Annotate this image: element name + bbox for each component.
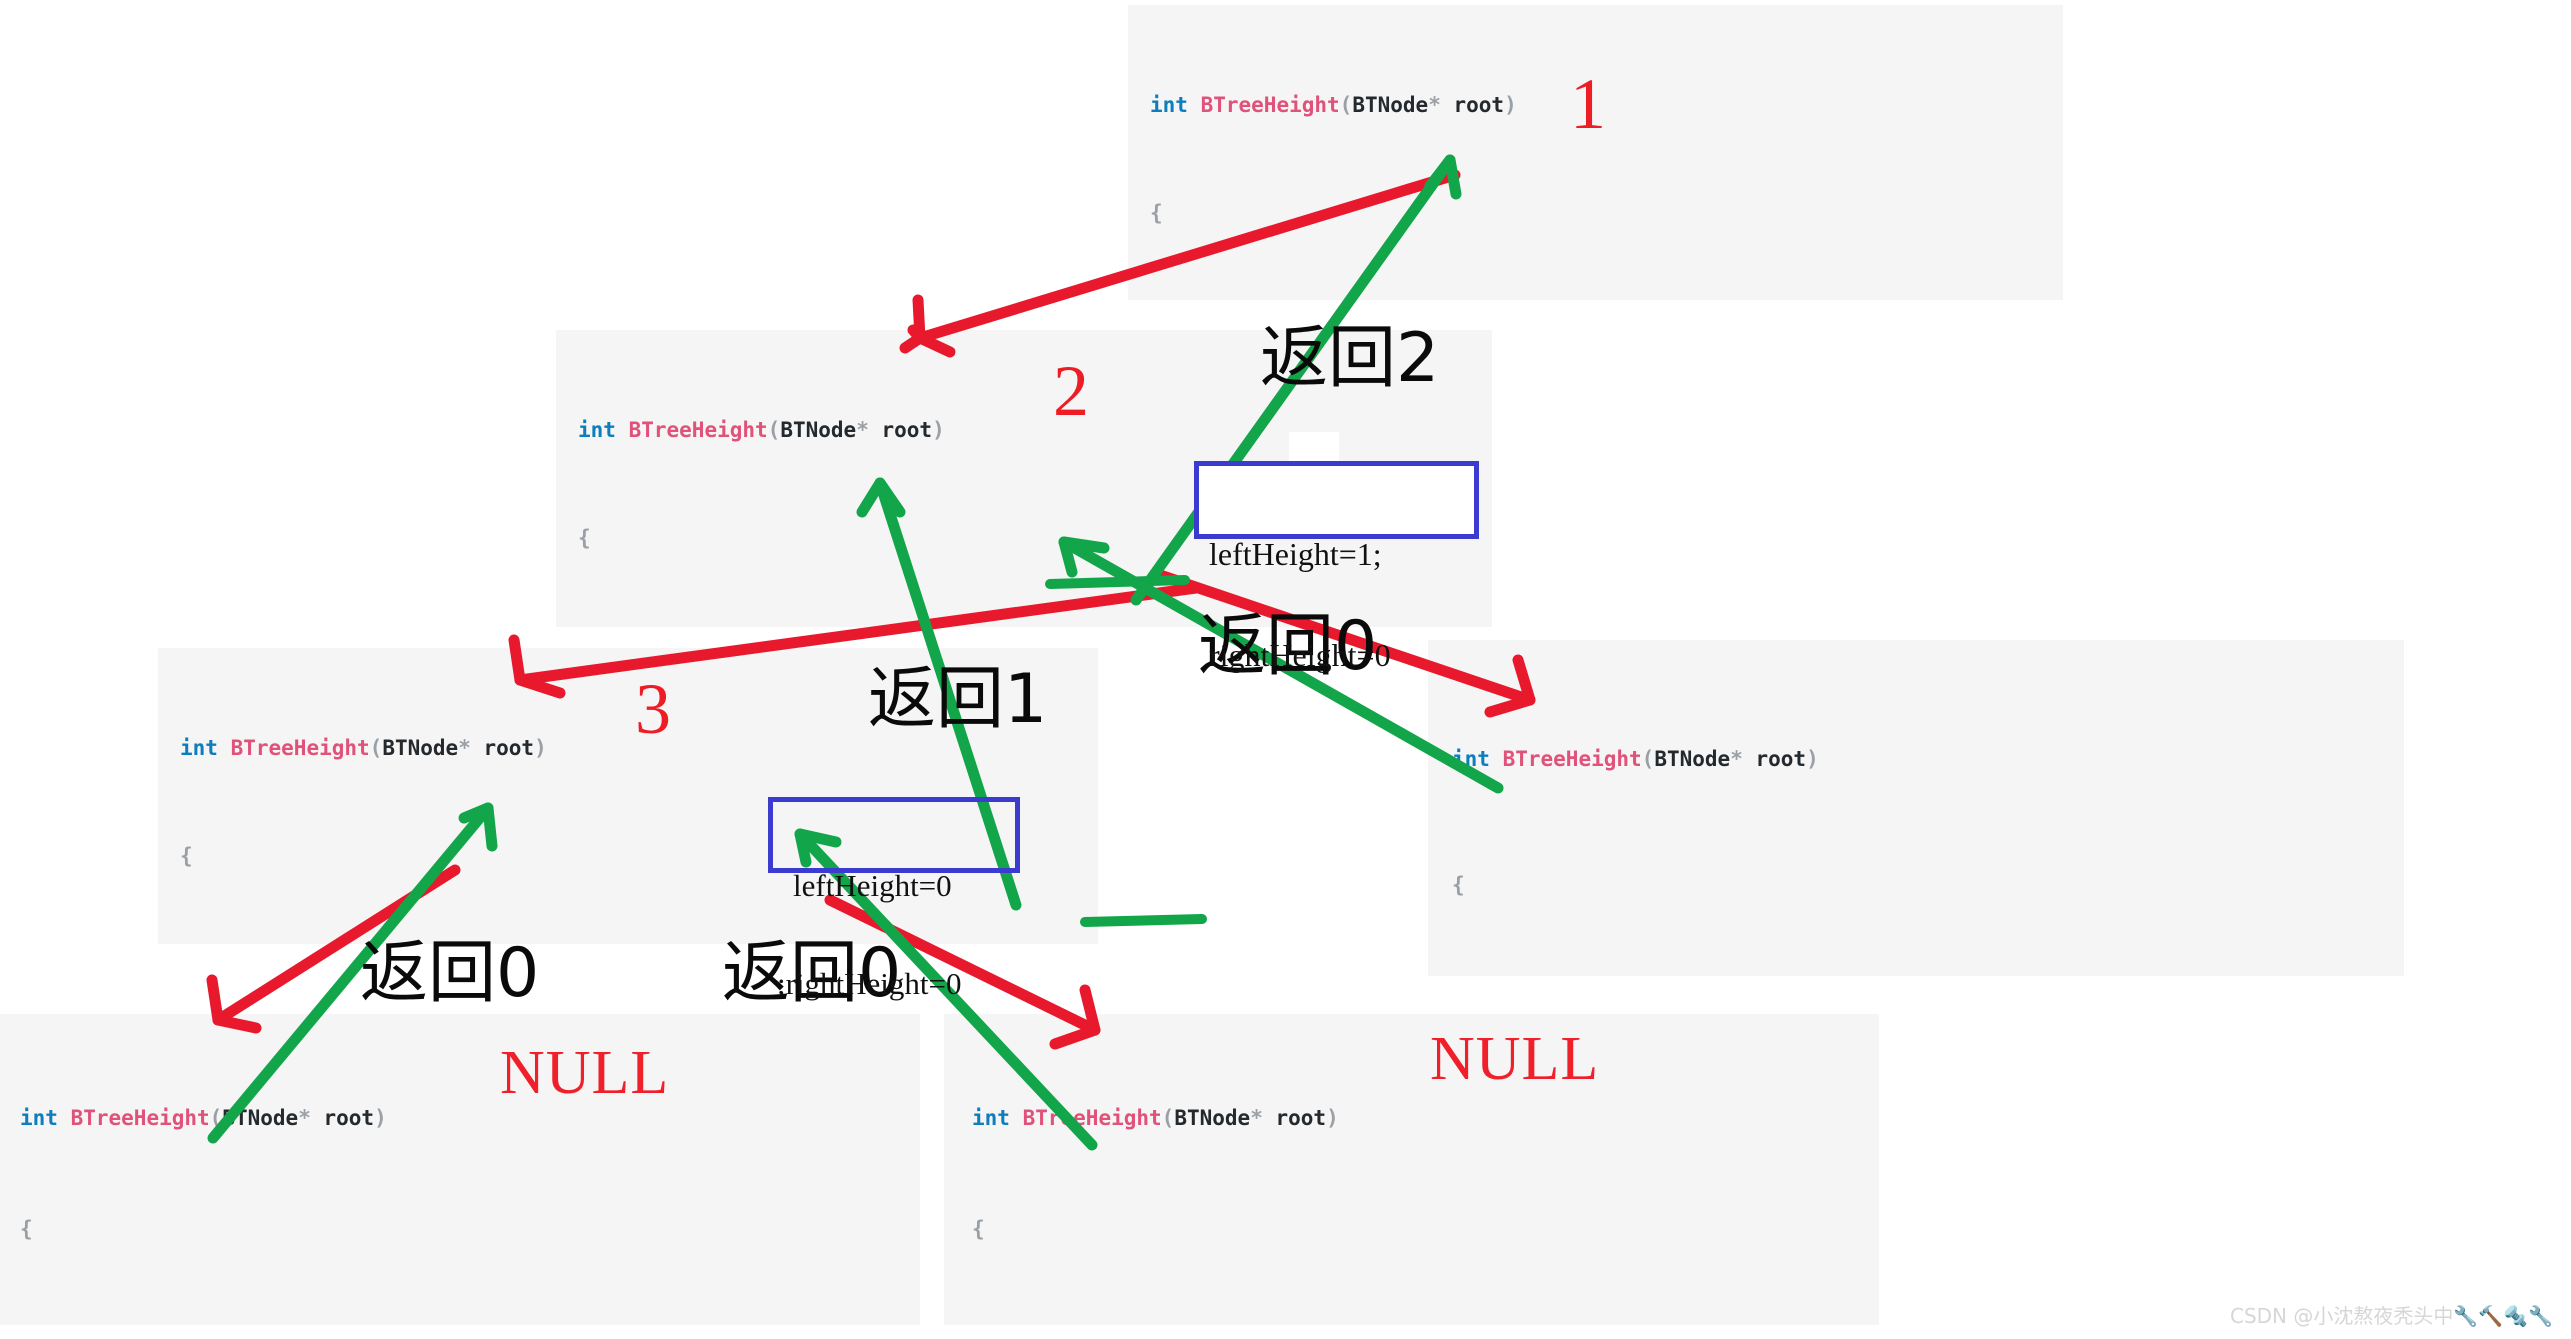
value-line: ;rightHeight=0 [777, 965, 962, 1001]
value-box-frame-2: leftHeight=1; rightHeight=0 [1194, 461, 1479, 672]
value-line: leftHeight=0 [793, 868, 952, 904]
annotation-null-left: NULL [500, 1039, 670, 1107]
code-line: { [1150, 201, 1163, 225]
code-line: int BTreeHeight(BTNode* root) [20, 1106, 387, 1130]
value-line: rightHeight=0 [1209, 636, 1391, 673]
annotation-return-1: 返回1 [868, 660, 1048, 739]
annotation-return-2: 返回2 [1260, 319, 1440, 398]
code-line: if (root == NULL) [20, 1322, 920, 1325]
annotation-return-0-left: 返回0 [360, 934, 540, 1013]
code-block-4: int BTreeHeight(BTNode* root) { if (root… [1428, 640, 2404, 976]
code-line: if (root == NULL) [972, 1322, 1879, 1325]
code-line: { [1452, 873, 1465, 897]
value-box-frame-3: leftHeight=0 ;rightHeight=0 [768, 797, 1020, 999]
marker-number-3: 3 [635, 669, 671, 749]
code-line: { [972, 1217, 985, 1241]
code-block-6: int BTreeHeight(BTNode* root) { if (root… [944, 1014, 1879, 1325]
annotation-null-right: NULL [1430, 1025, 1600, 1093]
code-line: int BTreeHeight(BTNode* root) [1150, 93, 1517, 117]
csdn-watermark: CSDN @小沈熬夜秃头中🔧🔨🔩🔧 [2230, 1304, 2553, 1328]
marker-number-1: 1 [1570, 64, 1606, 144]
code-line: int BTreeHeight(BTNode* root) [972, 1106, 1339, 1130]
green-underline-frame3 [1080, 914, 1207, 927]
code-line: int BTreeHeight(BTNode* root) [1452, 747, 1819, 771]
code-block-1: int BTreeHeight(BTNode* root) { if (root… [1128, 5, 2063, 300]
diagram-canvas: int BTreeHeight(BTNode* root) { if (root… [0, 0, 2571, 1339]
code-line: { [20, 1217, 33, 1241]
value-line: leftHeight=1; [1209, 536, 1382, 573]
marker-number-2: 2 [1053, 351, 1089, 431]
code-line: int BTreeHeight(BTNode* root) [578, 418, 945, 442]
